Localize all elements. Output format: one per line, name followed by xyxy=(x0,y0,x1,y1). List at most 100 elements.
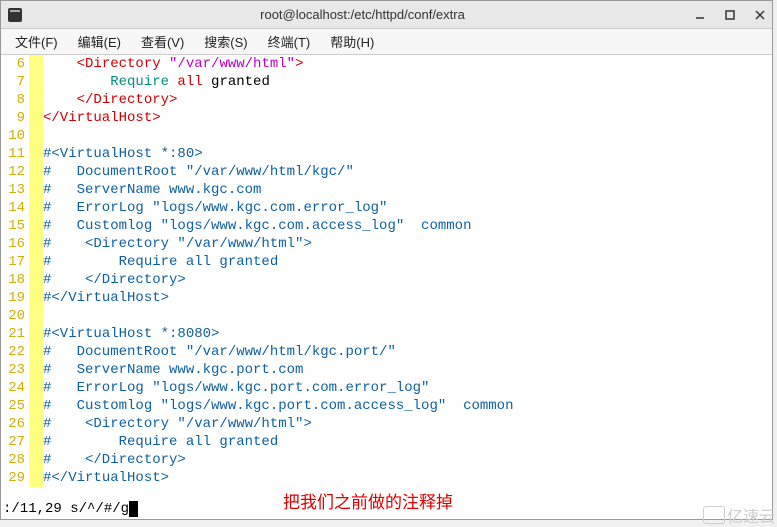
watermark-logo-icon xyxy=(703,506,725,524)
menu-help[interactable]: 帮助(H) xyxy=(320,30,384,53)
gutter-stripe xyxy=(29,451,43,469)
code-text: # DocumentRoot "/var/www/html/kgc/" xyxy=(43,163,354,181)
line-number: 16 xyxy=(1,235,29,253)
code-line[interactable]: 23 # ServerName www.kgc.port.com xyxy=(1,361,772,379)
gutter-stripe xyxy=(29,235,43,253)
code-line[interactable]: 27 # Require all granted xyxy=(1,433,772,451)
line-number: 10 xyxy=(1,127,29,145)
code-text: #</VirtualHost> xyxy=(43,469,169,487)
code-line[interactable]: 19#</VirtualHost> xyxy=(1,289,772,307)
code-line[interactable]: 14# ErrorLog "logs/www.kgc.com.error_log… xyxy=(1,199,772,217)
gutter-stripe xyxy=(29,379,43,397)
line-number: 13 xyxy=(1,181,29,199)
line-number: 17 xyxy=(1,253,29,271)
code-text: <Directory "/var/www/html"> xyxy=(43,55,303,73)
gutter-stripe xyxy=(29,127,43,145)
line-number: 24 xyxy=(1,379,29,397)
code-text: # Require all granted xyxy=(43,433,278,451)
gutter-stripe xyxy=(29,253,43,271)
code-text: # ServerName www.kgc.com xyxy=(43,181,261,199)
line-number: 29 xyxy=(1,469,29,487)
code-line[interactable]: 8 </Directory> xyxy=(1,91,772,109)
code-text: # DocumentRoot "/var/www/html/kgc.port/" xyxy=(43,343,396,361)
window-title: root@localhost:/etc/httpd/conf/extra xyxy=(31,7,694,22)
code-text: # Customlog "logs/www.kgc.com.access_log… xyxy=(43,217,471,235)
code-line[interactable]: 24 # ErrorLog "logs/www.kgc.port.com.erro… xyxy=(1,379,772,397)
code-text: # ErrorLog "logs/www.kgc.port.com.error_… xyxy=(43,379,429,397)
code-text: # ErrorLog "logs/www.kgc.com.error_log" xyxy=(43,199,387,217)
code-text: # <Directory "/var/www/html"> xyxy=(43,235,312,253)
code-text: </Directory> xyxy=(43,91,177,109)
annotation-text: 把我们之前做的注释掉 xyxy=(283,488,453,513)
line-number: 8 xyxy=(1,91,29,109)
line-number: 26 xyxy=(1,415,29,433)
vim-command-text: :/11,29 s/^/#/g xyxy=(3,501,129,517)
line-number: 9 xyxy=(1,109,29,127)
minimize-button[interactable] xyxy=(694,9,706,21)
code-text: # Require all granted xyxy=(43,253,278,271)
code-line[interactable]: 16 # <Directory "/var/www/html"> xyxy=(1,235,772,253)
code-text: # <Directory "/var/www/html"> xyxy=(43,415,312,433)
code-line[interactable]: 13 # ServerName www.kgc.com xyxy=(1,181,772,199)
line-number: 19 xyxy=(1,289,29,307)
editor-area[interactable]: 6 <Directory "/var/www/html">7 Require a… xyxy=(1,55,772,487)
menu-view[interactable]: 查看(V) xyxy=(131,30,194,53)
titlebar[interactable]: root@localhost:/etc/httpd/conf/extra xyxy=(1,1,772,29)
code-line[interactable]: 20 xyxy=(1,307,772,325)
line-number: 6 xyxy=(1,55,29,73)
line-number: 11 xyxy=(1,145,29,163)
menu-edit[interactable]: 编辑(E) xyxy=(68,30,131,53)
window-controls xyxy=(694,9,766,21)
menu-search[interactable]: 搜索(S) xyxy=(194,30,257,53)
text-cursor xyxy=(129,501,138,517)
code-text: # </Directory> xyxy=(43,271,186,289)
code-text: # Customlog "logs/www.kgc.port.com.acces… xyxy=(43,397,513,415)
code-line[interactable]: 18 # </Directory> xyxy=(1,271,772,289)
line-number: 12 xyxy=(1,163,29,181)
gutter-stripe xyxy=(29,199,43,217)
gutter-stripe xyxy=(29,307,43,325)
code-line[interactable]: 10 xyxy=(1,127,772,145)
gutter-stripe xyxy=(29,217,43,235)
terminal-window: root@localhost:/etc/httpd/conf/extra 文件(… xyxy=(0,0,773,520)
code-line[interactable]: 26 # <Directory "/var/www/html"> xyxy=(1,415,772,433)
line-number: 27 xyxy=(1,433,29,451)
code-text: #<VirtualHost *:80> xyxy=(43,145,203,163)
line-number: 18 xyxy=(1,271,29,289)
code-line[interactable]: 12 # DocumentRoot "/var/www/html/kgc/" xyxy=(1,163,772,181)
code-line[interactable]: 28# </Directory> xyxy=(1,451,772,469)
line-number: 20 xyxy=(1,307,29,325)
menu-file[interactable]: 文件(F) xyxy=(5,30,68,53)
code-line[interactable]: 6 <Directory "/var/www/html"> xyxy=(1,55,772,73)
code-line[interactable]: 17 # Require all granted xyxy=(1,253,772,271)
gutter-stripe xyxy=(29,109,43,127)
gutter-stripe xyxy=(29,163,43,181)
code-text: # </Directory> xyxy=(43,451,186,469)
code-line[interactable]: 29 #</VirtualHost> xyxy=(1,469,772,487)
code-line[interactable]: 9 </VirtualHost> xyxy=(1,109,772,127)
gutter-stripe xyxy=(29,73,43,91)
gutter-stripe xyxy=(29,361,43,379)
code-text: </VirtualHost> xyxy=(43,109,161,127)
code-line[interactable]: 25# Customlog "logs/www.kgc.port.com.acc… xyxy=(1,397,772,415)
close-button[interactable] xyxy=(754,9,766,21)
code-line[interactable]: 15 # Customlog "logs/www.kgc.com.access_l… xyxy=(1,217,772,235)
gutter-stripe xyxy=(29,415,43,433)
gutter-stripe xyxy=(29,469,43,487)
code-line[interactable]: 11 #<VirtualHost *:80> xyxy=(1,145,772,163)
menu-terminal[interactable]: 终端(T) xyxy=(258,30,321,53)
code-line[interactable]: 21#<VirtualHost *:8080> xyxy=(1,325,772,343)
line-number: 23 xyxy=(1,361,29,379)
code-text: Require all granted xyxy=(43,73,270,91)
maximize-button[interactable] xyxy=(724,9,736,21)
code-text: #<VirtualHost *:8080> xyxy=(43,325,219,343)
gutter-stripe xyxy=(29,325,43,343)
gutter-stripe xyxy=(29,289,43,307)
gutter-stripe xyxy=(29,55,43,73)
code-line[interactable]: 22# DocumentRoot "/var/www/html/kgc.port… xyxy=(1,343,772,361)
code-line[interactable]: 7 Require all granted xyxy=(1,73,772,91)
gutter-stripe xyxy=(29,145,43,163)
menubar: 文件(F) 编辑(E) 查看(V) 搜索(S) 终端(T) 帮助(H) xyxy=(1,29,772,55)
line-number: 15 xyxy=(1,217,29,235)
code-text: # ServerName www.kgc.port.com xyxy=(43,361,303,379)
